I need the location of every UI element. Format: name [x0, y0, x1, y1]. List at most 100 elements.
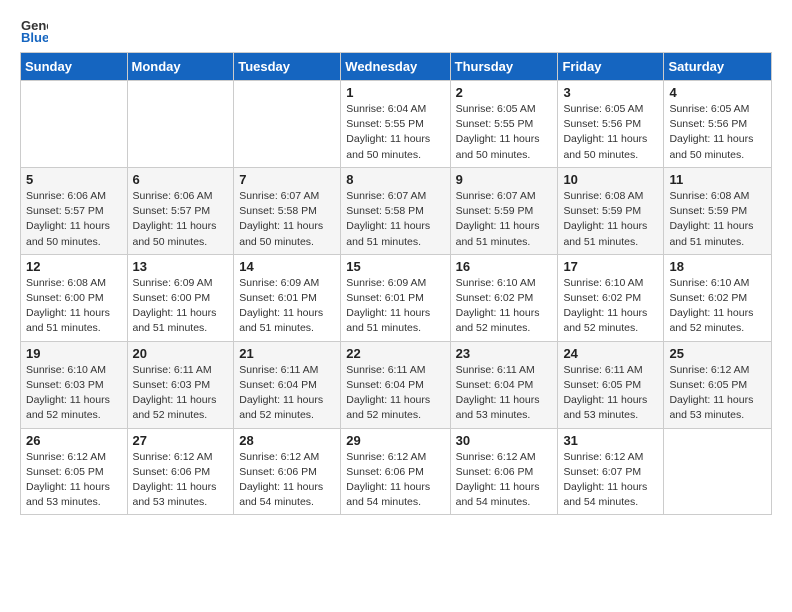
svg-text:Blue: Blue	[21, 30, 48, 44]
day-number: 29	[346, 433, 444, 448]
calendar-cell: 29 Sunrise: 6:12 AM Sunset: 6:06 PM Dayli…	[341, 428, 450, 515]
day-info: Sunrise: 6:10 AM Sunset: 6:02 PM Dayligh…	[456, 276, 553, 337]
day-number: 3	[563, 85, 658, 100]
page: General Blue SundayMondayTuesdayWednesda…	[0, 0, 792, 535]
calendar-cell: 25Sunrise: 6:12 AM Sunset: 6:05 PM Dayli…	[664, 341, 772, 428]
day-number: 11	[669, 172, 766, 187]
calendar-cell: 15 Sunrise: 6:09 AM Sunset: 6:01 PM Dayli…	[341, 254, 450, 341]
calendar-cell: 20 Sunrise: 6:11 AM Sunset: 6:03 PM Dayli…	[127, 341, 234, 428]
header-row: SundayMondayTuesdayWednesdayThursdayFrid…	[21, 53, 772, 81]
day-info: Sunrise: 6:09 AM Sunset: 6:01 PM Dayligh…	[239, 276, 335, 337]
day-info: Sunrise: 6:06 AM Sunset: 5:57 PM Dayligh…	[133, 189, 229, 250]
calendar-cell: 21 Sunrise: 6:11 AM Sunset: 6:04 PM Dayli…	[234, 341, 341, 428]
day-number: 18	[669, 259, 766, 274]
day-number: 26	[26, 433, 122, 448]
day-info: Sunrise: 6:05 AM Sunset: 5:55 PM Dayligh…	[456, 102, 553, 163]
day-number: 14	[239, 259, 335, 274]
day-info: Sunrise: 6:10 AM Sunset: 6:03 PM Dayligh…	[26, 363, 122, 424]
day-info: Sunrise: 6:12 AM Sunset: 6:06 PM Dayligh…	[239, 450, 335, 511]
calendar-cell: 31 Sunrise: 6:12 AM Sunset: 6:07 PM Dayli…	[558, 428, 664, 515]
day-number: 15	[346, 259, 444, 274]
calendar-cell: 5 Sunrise: 6:06 AM Sunset: 5:57 PM Daylig…	[21, 167, 128, 254]
day-info: Sunrise: 6:09 AM Sunset: 6:01 PM Dayligh…	[346, 276, 444, 337]
calendar-cell: 11 Sunrise: 6:08 AM Sunset: 5:59 PM Dayli…	[664, 167, 772, 254]
calendar-cell: 16Sunrise: 6:10 AM Sunset: 6:02 PM Dayli…	[450, 254, 558, 341]
day-info: Sunrise: 6:07 AM Sunset: 5:59 PM Dayligh…	[456, 189, 553, 250]
logo-icon: General Blue	[20, 16, 48, 44]
header-day-thursday: Thursday	[450, 53, 558, 81]
header-day-monday: Monday	[127, 53, 234, 81]
calendar-cell: 12 Sunrise: 6:08 AM Sunset: 6:00 PM Dayli…	[21, 254, 128, 341]
calendar-cell: 19 Sunrise: 6:10 AM Sunset: 6:03 PM Dayli…	[21, 341, 128, 428]
day-info: Sunrise: 6:12 AM Sunset: 6:06 PM Dayligh…	[133, 450, 229, 511]
day-number: 19	[26, 346, 122, 361]
day-info: Sunrise: 6:04 AM Sunset: 5:55 PM Dayligh…	[346, 102, 444, 163]
day-number: 21	[239, 346, 335, 361]
day-number: 9	[456, 172, 553, 187]
calendar-cell: 30 Sunrise: 6:12 AM Sunset: 6:06 PM Dayli…	[450, 428, 558, 515]
day-number: 2	[456, 85, 553, 100]
day-info: Sunrise: 6:10 AM Sunset: 6:02 PM Dayligh…	[563, 276, 658, 337]
day-number: 4	[669, 85, 766, 100]
calendar-cell	[21, 81, 128, 168]
calendar-cell: 3 Sunrise: 6:05 AM Sunset: 5:56 PM Daylig…	[558, 81, 664, 168]
calendar-cell: 26 Sunrise: 6:12 AM Sunset: 6:05 PM Dayli…	[21, 428, 128, 515]
calendar-cell: 8Sunrise: 6:07 AM Sunset: 5:58 PM Daylig…	[341, 167, 450, 254]
day-number: 17	[563, 259, 658, 274]
day-info: Sunrise: 6:11 AM Sunset: 6:05 PM Dayligh…	[563, 363, 658, 424]
calendar-cell: 4 Sunrise: 6:05 AM Sunset: 5:56 PM Daylig…	[664, 81, 772, 168]
day-info: Sunrise: 6:07 AM Sunset: 5:58 PM Dayligh…	[239, 189, 335, 250]
calendar-cell: 22 Sunrise: 6:11 AM Sunset: 6:04 PM Dayli…	[341, 341, 450, 428]
day-number: 23	[456, 346, 553, 361]
day-info: Sunrise: 6:09 AM Sunset: 6:00 PM Dayligh…	[133, 276, 229, 337]
day-info: Sunrise: 6:12 AM Sunset: 6:05 PM Dayligh…	[26, 450, 122, 511]
day-number: 12	[26, 259, 122, 274]
day-number: 24	[563, 346, 658, 361]
header: General Blue	[20, 16, 772, 44]
day-info: Sunrise: 6:10 AM Sunset: 6:02 PM Dayligh…	[669, 276, 766, 337]
calendar-cell: 13Sunrise: 6:09 AM Sunset: 6:00 PM Dayli…	[127, 254, 234, 341]
day-info: Sunrise: 6:11 AM Sunset: 6:03 PM Dayligh…	[133, 363, 229, 424]
day-info: Sunrise: 6:06 AM Sunset: 5:57 PM Dayligh…	[26, 189, 122, 250]
day-number: 22	[346, 346, 444, 361]
week-row-3: 12 Sunrise: 6:08 AM Sunset: 6:00 PM Dayli…	[21, 254, 772, 341]
calendar-cell: 10Sunrise: 6:08 AM Sunset: 5:59 PM Dayli…	[558, 167, 664, 254]
calendar-cell: 14 Sunrise: 6:09 AM Sunset: 6:01 PM Dayli…	[234, 254, 341, 341]
week-row-2: 5 Sunrise: 6:06 AM Sunset: 5:57 PM Daylig…	[21, 167, 772, 254]
calendar-cell	[127, 81, 234, 168]
day-info: Sunrise: 6:08 AM Sunset: 5:59 PM Dayligh…	[669, 189, 766, 250]
day-number: 25	[669, 346, 766, 361]
header-day-sunday: Sunday	[21, 53, 128, 81]
day-info: Sunrise: 6:05 AM Sunset: 5:56 PM Dayligh…	[669, 102, 766, 163]
logo: General Blue	[20, 16, 54, 44]
calendar-cell: 23 Sunrise: 6:11 AM Sunset: 6:04 PM Dayli…	[450, 341, 558, 428]
header-day-tuesday: Tuesday	[234, 53, 341, 81]
day-number: 7	[239, 172, 335, 187]
day-info: Sunrise: 6:11 AM Sunset: 6:04 PM Dayligh…	[456, 363, 553, 424]
calendar-cell: 7 Sunrise: 6:07 AM Sunset: 5:58 PM Daylig…	[234, 167, 341, 254]
day-info: Sunrise: 6:12 AM Sunset: 6:06 PM Dayligh…	[456, 450, 553, 511]
header-day-wednesday: Wednesday	[341, 53, 450, 81]
day-info: Sunrise: 6:05 AM Sunset: 5:56 PM Dayligh…	[563, 102, 658, 163]
calendar-cell: 9 Sunrise: 6:07 AM Sunset: 5:59 PM Daylig…	[450, 167, 558, 254]
day-info: Sunrise: 6:08 AM Sunset: 6:00 PM Dayligh…	[26, 276, 122, 337]
calendar-cell: 28Sunrise: 6:12 AM Sunset: 6:06 PM Dayli…	[234, 428, 341, 515]
calendar-cell	[234, 81, 341, 168]
calendar-cell: 17 Sunrise: 6:10 AM Sunset: 6:02 PM Dayli…	[558, 254, 664, 341]
day-number: 30	[456, 433, 553, 448]
calendar-cell: 18 Sunrise: 6:10 AM Sunset: 6:02 PM Dayli…	[664, 254, 772, 341]
calendar-cell: 1Sunrise: 6:04 AM Sunset: 5:55 PM Daylig…	[341, 81, 450, 168]
day-number: 5	[26, 172, 122, 187]
day-info: Sunrise: 6:11 AM Sunset: 6:04 PM Dayligh…	[346, 363, 444, 424]
calendar-cell: 24 Sunrise: 6:11 AM Sunset: 6:05 PM Dayli…	[558, 341, 664, 428]
day-number: 31	[563, 433, 658, 448]
day-info: Sunrise: 6:12 AM Sunset: 6:07 PM Dayligh…	[563, 450, 658, 511]
day-info: Sunrise: 6:07 AM Sunset: 5:58 PM Dayligh…	[346, 189, 444, 250]
calendar-cell: 2 Sunrise: 6:05 AM Sunset: 5:55 PM Daylig…	[450, 81, 558, 168]
week-row-1: 1Sunrise: 6:04 AM Sunset: 5:55 PM Daylig…	[21, 81, 772, 168]
day-info: Sunrise: 6:11 AM Sunset: 6:04 PM Dayligh…	[239, 363, 335, 424]
day-number: 6	[133, 172, 229, 187]
calendar-cell	[664, 428, 772, 515]
day-info: Sunrise: 6:12 AM Sunset: 6:06 PM Dayligh…	[346, 450, 444, 511]
day-number: 20	[133, 346, 229, 361]
